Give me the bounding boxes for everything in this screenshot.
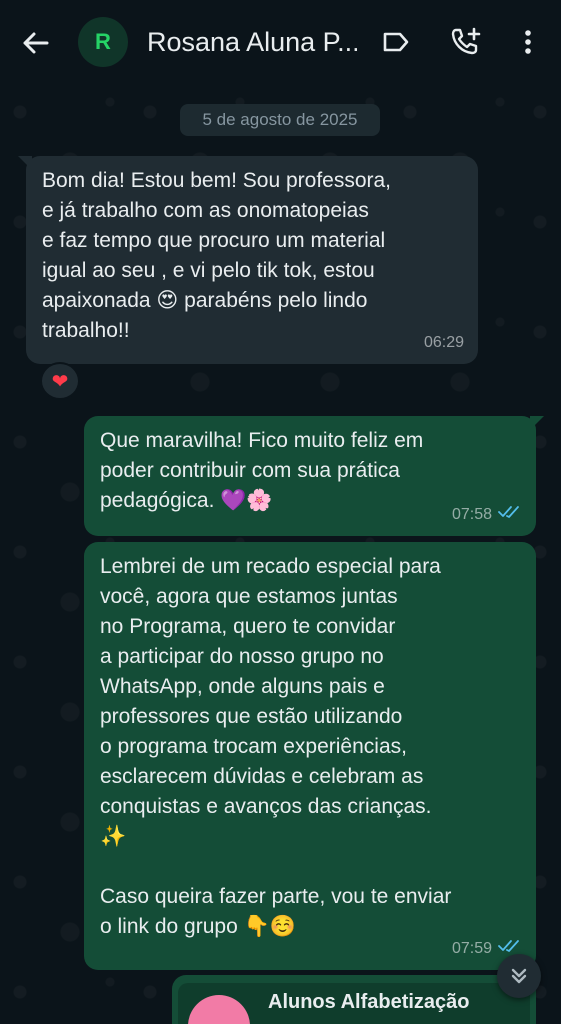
scroll-to-bottom-button[interactable] <box>497 954 541 998</box>
group-avatar <box>188 995 250 1024</box>
message-text: Lembrei de um recado especial para você,… <box>100 555 452 938</box>
message-text: Bom dia! Estou bem! Sou professora, e já… <box>42 169 392 342</box>
avatar-letter: R <box>95 29 111 54</box>
group-title: Alunos Alfabetização <box>268 991 470 1013</box>
label-icon[interactable] <box>378 24 414 60</box>
chat-area[interactable]: 5 de agosto de 2025 Bom dia! Estou bem! … <box>0 82 561 1024</box>
bubble-tail <box>530 416 544 430</box>
back-arrow-icon[interactable] <box>18 26 52 60</box>
add-call-icon[interactable] <box>448 24 484 60</box>
group-invite-card[interactable]: Alunos Alfabetização <box>178 983 530 1024</box>
outgoing-message[interactable]: Lembrei de um recado especial para você,… <box>84 542 536 970</box>
message-time: 07:58 <box>451 506 492 523</box>
outgoing-message[interactable]: Que maravilha! Fico muito feliz em poder… <box>84 416 544 536</box>
contact-avatar[interactable]: R <box>78 17 128 67</box>
more-options-icon[interactable] <box>510 24 546 60</box>
group-invite-message[interactable]: Alunos Alfabetização <box>172 975 536 1024</box>
heart-reaction-icon[interactable]: ❤ <box>40 362 80 400</box>
date-separator: 5 de agosto de 2025 <box>180 104 380 136</box>
chat-header: R Rosana Aluna P... <box>0 0 561 82</box>
contact-name[interactable]: Rosana Aluna P... <box>147 27 357 58</box>
message-time: 06:29 <box>423 334 464 351</box>
message-meta: 07:58 <box>452 500 522 530</box>
double-chevron-down-icon <box>511 968 527 984</box>
message-time: 07:59 <box>451 940 492 957</box>
message-meta: 06:29 <box>424 328 464 358</box>
incoming-message[interactable]: Bom dia! Estou bem! Sou professora, e já… <box>18 156 478 364</box>
bubble-tail <box>18 156 32 170</box>
read-ticks-icon <box>498 500 522 530</box>
